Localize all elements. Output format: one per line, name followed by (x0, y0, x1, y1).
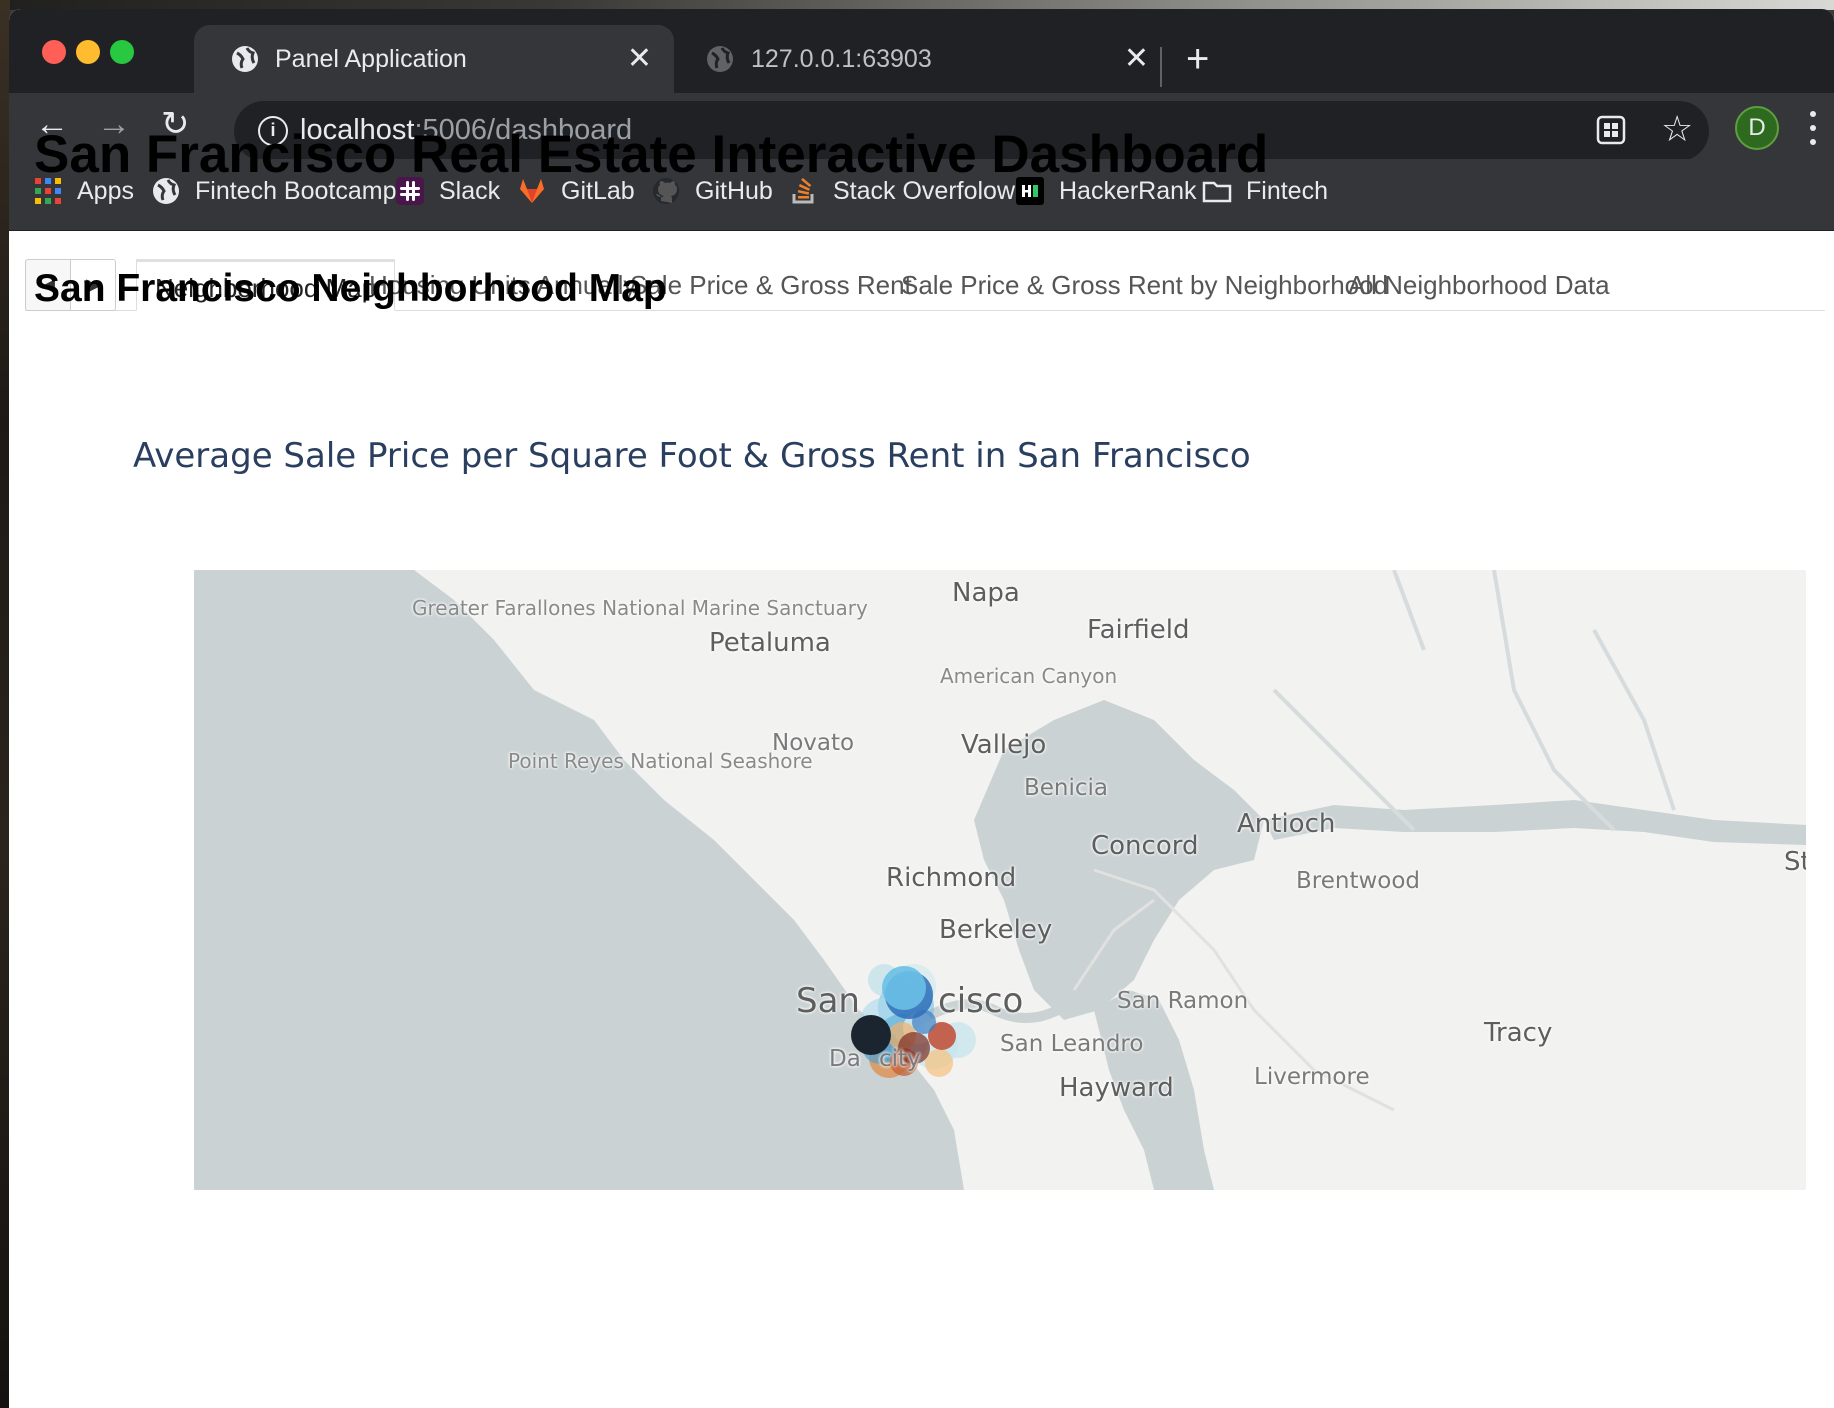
map-label-san: San (796, 981, 860, 1021)
map-label-point-reyes: Point Reyes National Seashore (508, 749, 813, 773)
browser-menu-icon[interactable] (1809, 108, 1817, 148)
section-title: San Francisco Neighborhood Map (34, 267, 667, 310)
install-app-icon[interactable] (1596, 115, 1626, 145)
globe-icon (707, 46, 733, 72)
map-label-livermore: Livermore (1254, 1064, 1370, 1090)
map-label-da: Da (829, 1046, 861, 1072)
map-label-city: city (879, 1046, 921, 1072)
map-label-vallejo: Vallejo (961, 730, 1047, 760)
tab-title: Panel Application (275, 44, 467, 73)
map-label-napa: Napa (952, 578, 1020, 608)
map-label-fairfield: Fairfield (1087, 615, 1190, 645)
map-label-antioch: Antioch (1237, 809, 1336, 839)
new-tab-button[interactable]: + (1186, 39, 1209, 79)
browser-tab-strip: Panel Application ✕ 127.0.0.1:63903 ✕ + (9, 9, 1834, 93)
map-label-cisco: cisco (938, 981, 1024, 1021)
map-label-st: St (1784, 847, 1806, 877)
map-label-concord: Concord (1091, 831, 1199, 861)
map-label-brentwood: Brentwood (1296, 868, 1421, 894)
map-label-tracy: Tracy (1484, 1018, 1553, 1048)
close-window-button[interactable] (42, 40, 66, 64)
tab-title: 127.0.0.1:63903 (751, 44, 932, 73)
bookmark-star-icon[interactable]: ☆ (1661, 109, 1693, 149)
page-title: San Francisco Real Estate Interactive Da… (34, 125, 1269, 184)
profile-avatar[interactable]: D (1735, 106, 1779, 150)
tab-all-neighborhood-data[interactable]: All Neighborhood Data (1330, 259, 1628, 311)
minimize-window-button[interactable] (76, 40, 100, 64)
globe-icon (232, 46, 258, 72)
close-tab-icon[interactable]: ✕ (627, 44, 652, 74)
browser-window: Panel Application ✕ 127.0.0.1:63903 ✕ + … (9, 9, 1834, 1408)
browser-tab-localhost[interactable]: 127.0.0.1:63903 ✕ (685, 25, 1155, 93)
close-tab-icon[interactable]: ✕ (1124, 44, 1149, 74)
map-label-richmond: Richmond (886, 863, 1017, 893)
map-label-berkeley: Berkeley (939, 915, 1053, 945)
tab-sale-price-gross-rent-by-neighborhood[interactable]: Sale Price & Gross Rent by Neighborhood (883, 259, 1406, 311)
maximize-window-button[interactable] (110, 40, 134, 64)
map-label-benicia: Benicia (1024, 775, 1109, 801)
map-label-farallones: Greater Farallones National Marine Sanct… (412, 596, 868, 620)
map-label-san-ramon: San Ramon (1117, 988, 1249, 1014)
tab-divider (1160, 47, 1162, 87)
browser-tab-panel-application[interactable]: Panel Application ✕ (194, 25, 674, 93)
map-label-american-canyon: American Canyon (940, 664, 1118, 688)
map-label-hayward: Hayward (1059, 1073, 1174, 1103)
neighborhood-map[interactable]: Napa Petaluma Fairfield Greater Farallon… (194, 570, 1806, 1190)
map-label-san-leandro: San Leandro (1000, 1031, 1144, 1057)
chart-title: Average Sale Price per Square Foot & Gro… (133, 436, 1251, 476)
map-label-petaluma: Petaluma (709, 628, 831, 658)
